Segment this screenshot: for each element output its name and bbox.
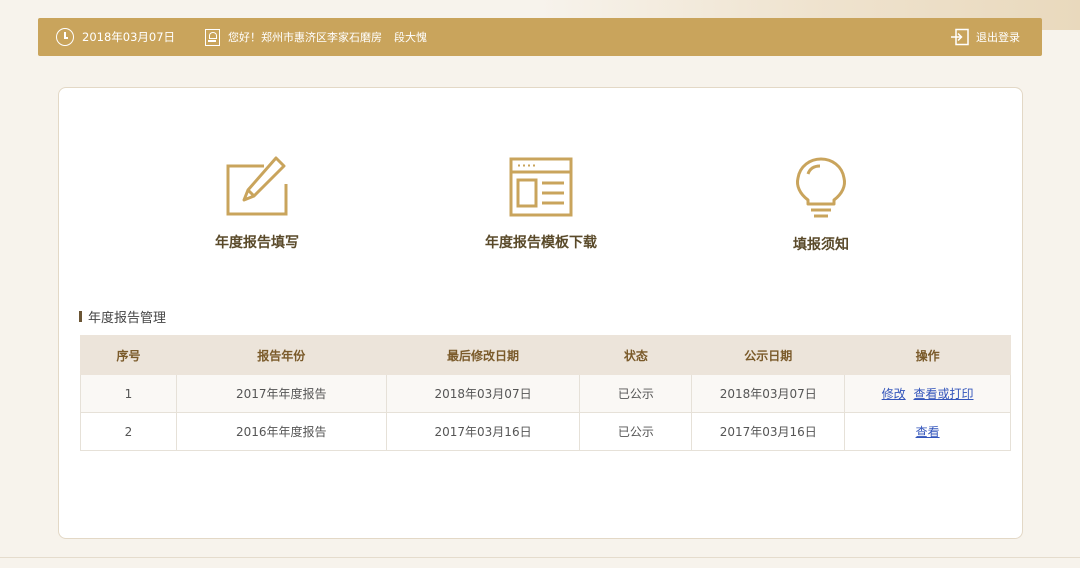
logout-label: 退出登录	[976, 31, 1020, 44]
bottom-divider	[0, 557, 1080, 558]
cell-status: 已公示	[579, 374, 693, 413]
section-title: 年度报告管理	[79, 307, 166, 326]
edit-icon	[226, 156, 288, 216]
cell-actions: 查看	[844, 412, 1011, 451]
greeting-text: 您好！郑州市惠济区李家石磨房	[228, 31, 383, 44]
report-table: 序号 报告年份 最后修改日期 状态 公示日期 操作 1 2017年年度报告 20…	[80, 335, 1011, 451]
date-display: 2018年03月07日	[56, 28, 175, 46]
view-link[interactable]: 查看	[916, 425, 940, 439]
cell-published: 2018年03月07日	[691, 374, 846, 413]
lightbulb-icon	[796, 157, 846, 218]
main-card: 年度报告填写 年度报告模板下载 填报须知 年度报告管理 序号 报告年份 最后修改…	[58, 87, 1023, 539]
edit-link[interactable]: 修改	[882, 387, 906, 401]
user-badge-icon	[205, 28, 221, 46]
feature-label-instructions: 填报须知	[793, 237, 849, 253]
feature-instructions[interactable]: 填报须知	[721, 156, 921, 254]
clock-icon	[56, 28, 74, 46]
feature-template-download[interactable]: 年度报告模板下载	[441, 156, 641, 252]
table-header-row: 序号 报告年份 最后修改日期 状态 公示日期 操作	[80, 335, 1011, 375]
feature-label-report-fill: 年度报告填写	[215, 235, 299, 251]
username-text: 段大愧	[394, 31, 428, 44]
top-bar: 2018年03月07日 您好！郑州市惠济区李家石磨房 段大愧 退出登录	[38, 18, 1042, 56]
feature-report-fill[interactable]: 年度报告填写	[157, 156, 357, 252]
logout-icon	[951, 28, 969, 46]
table-row: 1 2017年年度报告 2018年03月07日 已公示 2018年03月07日 …	[80, 374, 1011, 413]
header-published: 公示日期	[691, 335, 846, 375]
cell-index: 2	[80, 412, 177, 451]
header-actions: 操作	[844, 335, 1011, 375]
header-index: 序号	[80, 335, 177, 375]
cell-status: 已公示	[579, 412, 693, 451]
cell-modified: 2017年03月16日	[385, 412, 581, 451]
header-year: 报告年份	[175, 335, 387, 375]
section-title-text: 年度报告管理	[88, 311, 167, 326]
user-info: 您好！郑州市惠济区李家石磨房 段大愧	[205, 28, 428, 46]
header-status: 状态	[579, 335, 693, 375]
feature-label-template-download: 年度报告模板下载	[485, 235, 597, 251]
section-marker	[79, 311, 82, 322]
view-print-link[interactable]: 查看或打印	[913, 387, 973, 401]
table-row: 2 2016年年度报告 2017年03月16日 已公示 2017年03月16日 …	[80, 412, 1011, 451]
cell-year: 2016年年度报告	[175, 412, 387, 451]
cell-actions: 修改 查看或打印	[844, 374, 1011, 413]
date-text: 2018年03月07日	[82, 30, 176, 44]
cell-modified: 2018年03月07日	[385, 374, 581, 413]
template-icon	[509, 157, 573, 217]
cell-year: 2017年年度报告	[175, 374, 387, 413]
cell-published: 2017年03月16日	[691, 412, 846, 451]
cell-index: 1	[80, 374, 177, 413]
header-modified: 最后修改日期	[385, 335, 581, 375]
logout-button[interactable]: 退出登录	[950, 28, 1020, 46]
